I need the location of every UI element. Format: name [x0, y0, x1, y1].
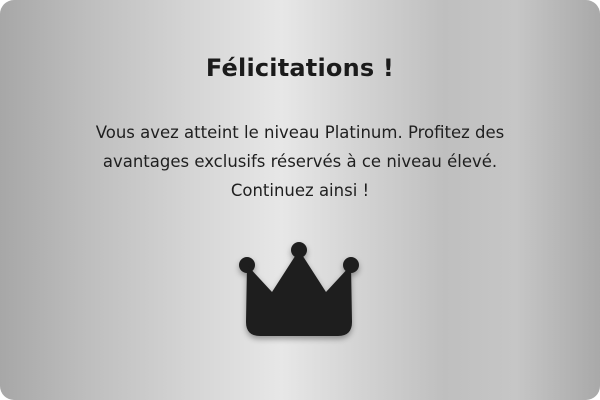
crown-icon	[239, 242, 359, 336]
platinum-level-message: Vous avez atteint le niveau Platinum. Pr…	[95, 123, 505, 200]
congratulations-title: Félicitations !	[205, 54, 395, 82]
congratulations-card: Félicitations ! Vous avez atteint le niv…	[0, 0, 600, 400]
